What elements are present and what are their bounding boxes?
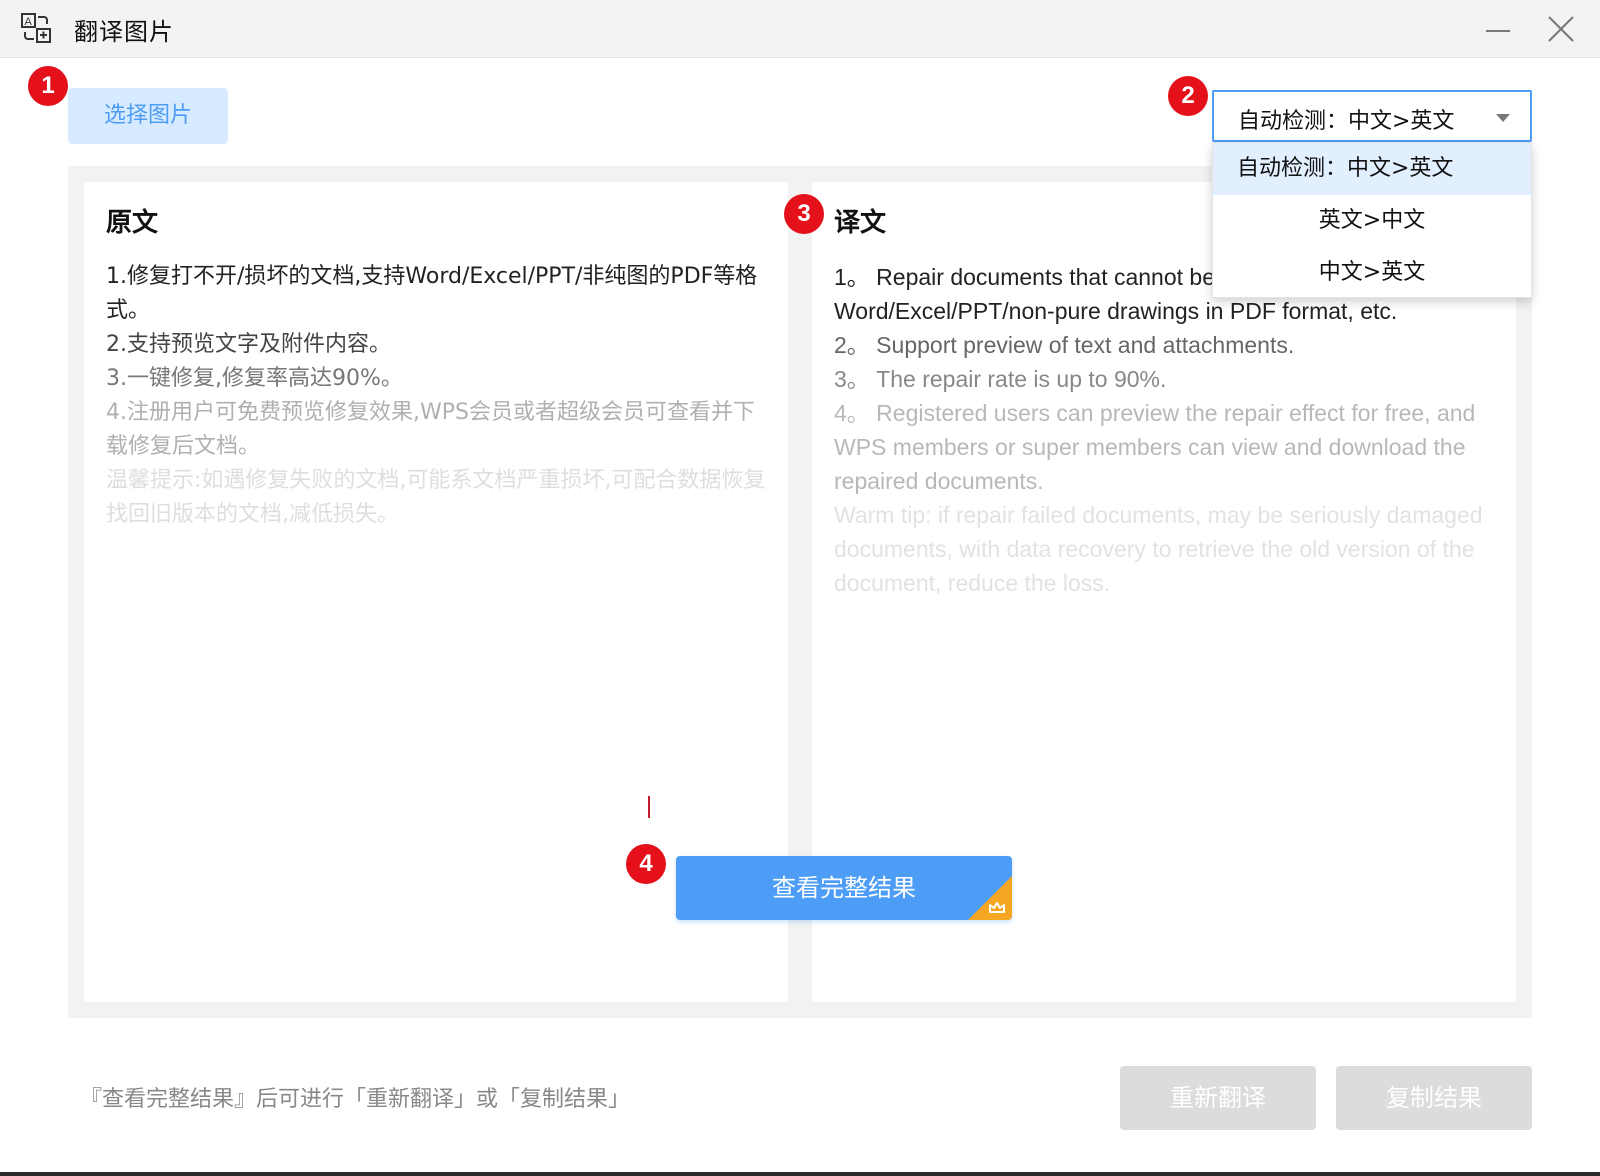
source-line: 温馨提示:如遇修复失败的文档,可能系文档严重损坏,可配合数据恢复找回旧版本的文档…	[106, 468, 766, 527]
view-full-result-button[interactable]: 查看完整结果	[676, 856, 1012, 920]
language-option-en-zh[interactable]: 英文>中文	[1213, 195, 1531, 247]
language-option-auto[interactable]: 自动检测：中文>英文	[1213, 143, 1531, 195]
translation-line: 3。 The repair rate is up to 90%.	[834, 366, 1167, 392]
bottom-edge	[0, 1172, 1600, 1176]
select-image-button[interactable]: 选择图片	[68, 88, 228, 144]
language-option-zh-en[interactable]: 中文>英文	[1213, 247, 1531, 299]
close-button[interactable]	[1540, 8, 1582, 50]
source-line: 3.一键修复,修复率高达90%。	[106, 366, 403, 391]
step-badge-2: 2	[1168, 76, 1208, 116]
translation-line: 2。 Support preview of text and attachmen…	[834, 332, 1295, 358]
source-line: 2.支持预览文字及附件内容。	[106, 332, 391, 357]
svg-text:A: A	[25, 16, 33, 28]
source-line: 4.注册用户可免费预览修复效果,WPS会员或者超级会员可查看并下载修复后文档。	[106, 400, 755, 459]
chevron-down-icon	[1496, 114, 1510, 122]
language-menu: 自动检测：中文>英文 英文>中文 中文>英文	[1212, 142, 1532, 298]
language-select-value: 自动检测：中文>英文	[1238, 109, 1455, 134]
minimize-button[interactable]	[1478, 8, 1520, 50]
copy-result-button[interactable]: 复制结果	[1336, 1066, 1532, 1130]
window-title: 翻译图片	[74, 18, 174, 46]
close-icon	[1548, 16, 1574, 42]
step-badge-1: 1	[28, 66, 68, 106]
retranslate-button[interactable]: 重新翻译	[1120, 1066, 1316, 1130]
translation-heading: 译文	[834, 208, 887, 238]
language-select[interactable]: 自动检测：中文>英文	[1212, 90, 1532, 142]
crown-icon	[968, 876, 1012, 920]
translation-line: 4。 Registered users can preview the repa…	[834, 400, 1476, 494]
text-cursor	[648, 796, 650, 818]
view-full-result-label: 查看完整结果	[772, 874, 916, 902]
source-line: 1.修复打不开/损坏的文档,支持Word/Excel/PPT/非纯图的PDF等格…	[106, 264, 758, 323]
translate-image-window: A 翻译图片 1 选择图片 2 自动检测：中文>英文 原文 1.修复打不开/损坏…	[0, 0, 1600, 1176]
translate-image-icon: A	[20, 12, 52, 44]
source-text: 1.修复打不开/损坏的文档,支持Word/Excel/PPT/非纯图的PDF等格…	[106, 260, 766, 532]
source-heading: 原文	[106, 208, 159, 238]
step-badge-4: 4	[626, 844, 666, 884]
translation-text: 1。 Repair documents that cannot be opene…	[834, 260, 1494, 600]
footer-note: 『查看完整结果』后可进行「重新翻译」或「复制结果」	[80, 1087, 631, 1112]
step-badge-3: 3	[784, 194, 824, 234]
title-bar: A 翻译图片	[0, 0, 1600, 58]
translation-line: Warm tip: if repair failed documents, ma…	[834, 502, 1483, 596]
